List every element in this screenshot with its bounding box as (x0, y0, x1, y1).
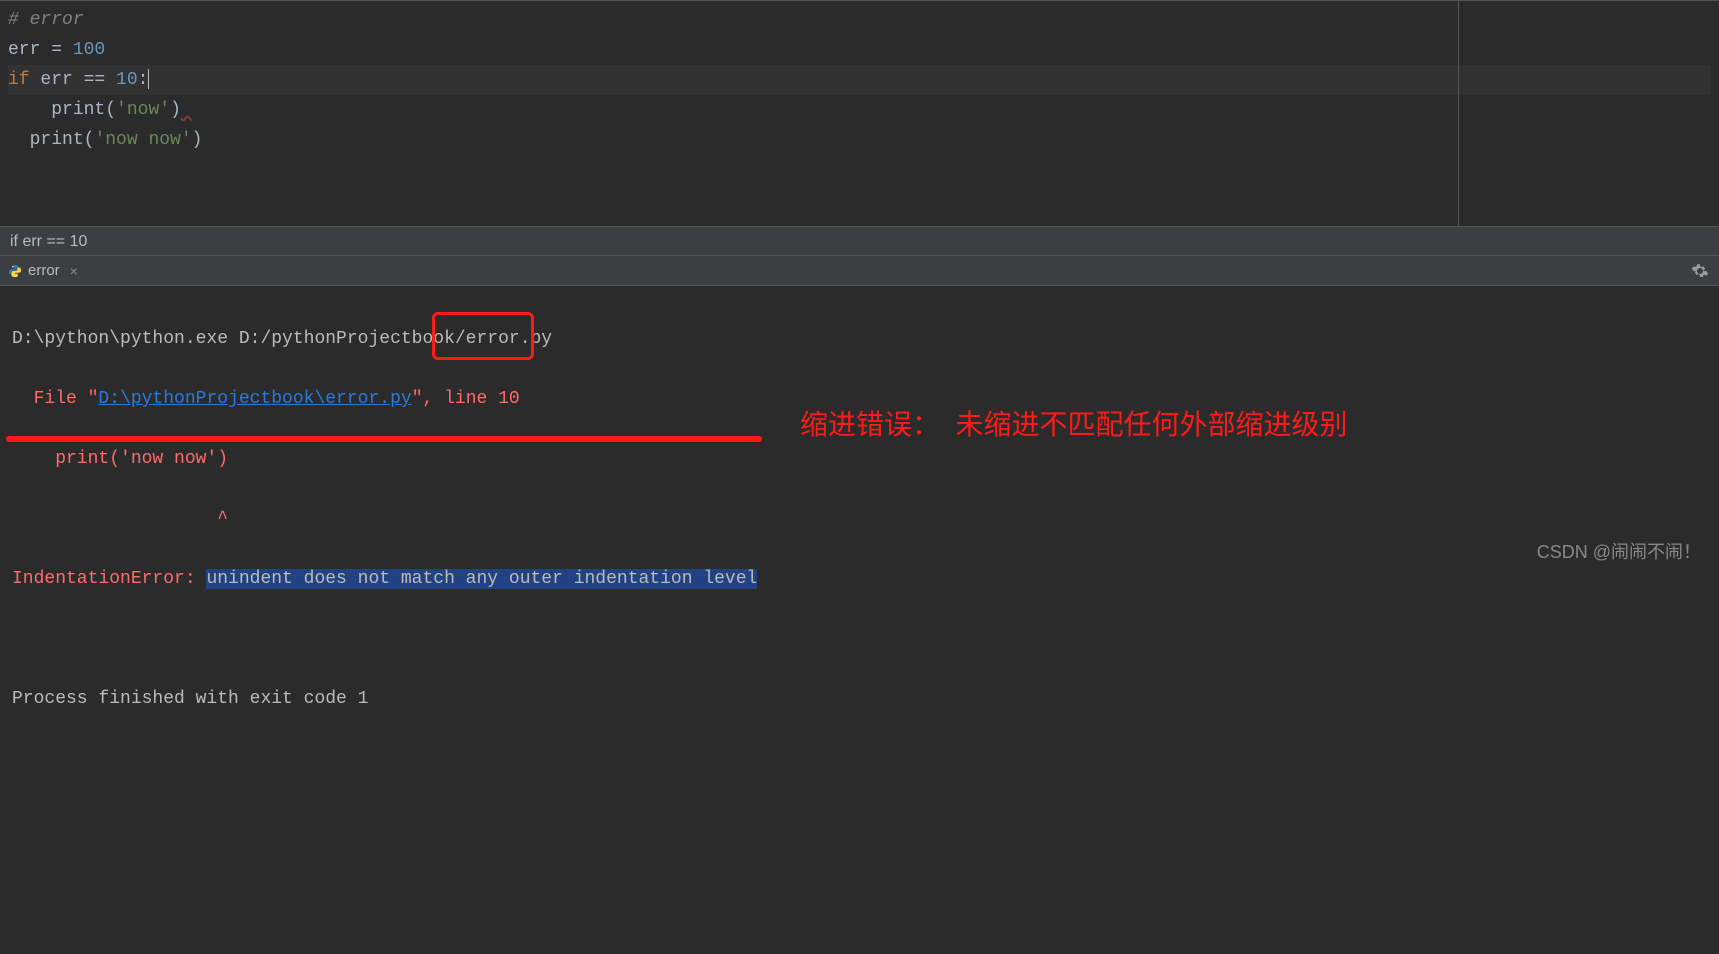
code-line-2: err = 100 (8, 35, 1711, 65)
console-line-caret: ^ (12, 504, 1707, 534)
run-tab-error[interactable]: error × (8, 262, 78, 279)
code-line-4: print('now') (8, 95, 1711, 125)
breadcrumb[interactable]: if err == 10 (0, 226, 1719, 256)
run-tab-label: error (28, 262, 60, 279)
console-line-exit: Process finished with exit code 1 (12, 684, 1707, 714)
run-tool-window-tabs: error × (0, 256, 1719, 286)
close-icon[interactable]: × (70, 263, 78, 279)
code-editor[interactable]: # error err = 100 if err == 10: print('n… (0, 0, 1719, 226)
watermark: CSDN @闹闹不闹！ (1537, 538, 1701, 564)
annotation-text: 缩进错误： 未缩进不匹配任何外部缩进级别 (800, 410, 1348, 440)
console-line-blank (12, 624, 1707, 654)
gear-icon[interactable] (1691, 262, 1709, 285)
console-line-error: IndentationError: unindent does not matc… (12, 564, 1707, 594)
error-file-link[interactable]: D:\pythonProjectbook\error.py (98, 389, 411, 409)
selected-error-text: unindent does not match any outer indent… (206, 569, 757, 589)
code-line-3: if err == 10: (8, 65, 1711, 95)
editor-split-line (1458, 1, 1459, 227)
code-line-5: print('now now') (8, 125, 1711, 155)
run-console[interactable]: D:\python\python.exe D:/pythonProjectboo… (0, 286, 1719, 576)
text-cursor (148, 69, 149, 89)
console-line-file: File "D:\pythonProjectbook\error.py", li… (12, 384, 1707, 414)
breadcrumb-text: if err == 10 (10, 233, 87, 250)
console-line-cmd: D:\python\python.exe D:/pythonProjectboo… (12, 324, 1707, 354)
console-line-code: print('now now') (12, 444, 1707, 474)
annotation-underline (6, 436, 762, 442)
code-line-1: # error (8, 5, 1711, 35)
python-file-icon (8, 264, 22, 278)
